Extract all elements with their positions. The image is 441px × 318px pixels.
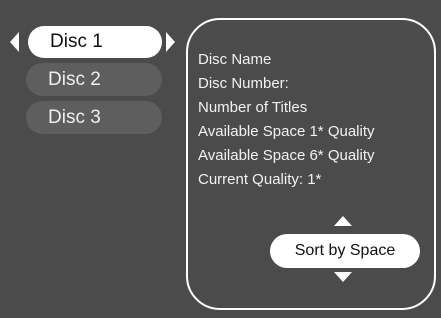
current-quality-label: Current Quality: 1* <box>198 171 322 188</box>
sort-up-icon[interactable] <box>334 216 352 226</box>
arrow-right-icon[interactable] <box>166 32 175 52</box>
available-space-1-quality-label: Available Space 1* Quality <box>198 123 375 140</box>
disc-button-1[interactable]: Disc 1 <box>28 26 162 58</box>
available-space-6-quality-label: Available Space 6* Quality <box>198 147 375 164</box>
disc-manager-screen: Disc 1 Disc 2 Disc 3 Disc Name Disc Numb… <box>0 0 441 318</box>
disc-button-3[interactable]: Disc 3 <box>26 101 162 134</box>
disc-info-list: Disc Name Disc Number: Number of Titles … <box>198 48 375 192</box>
disc-info-panel: Disc Name Disc Number: Number of Titles … <box>186 18 436 310</box>
disc-list: Disc 1 Disc 2 Disc 3 <box>0 0 190 318</box>
sort-down-icon[interactable] <box>334 272 352 282</box>
disc-number-label: Disc Number: <box>198 75 289 92</box>
arrow-left-icon[interactable] <box>10 32 19 52</box>
disc-name-label: Disc Name <box>198 51 272 68</box>
number-of-titles-label: Number of Titles <box>198 99 308 116</box>
sort-by-space-button[interactable]: Sort by Space <box>270 234 420 268</box>
disc-button-2[interactable]: Disc 2 <box>26 63 162 96</box>
